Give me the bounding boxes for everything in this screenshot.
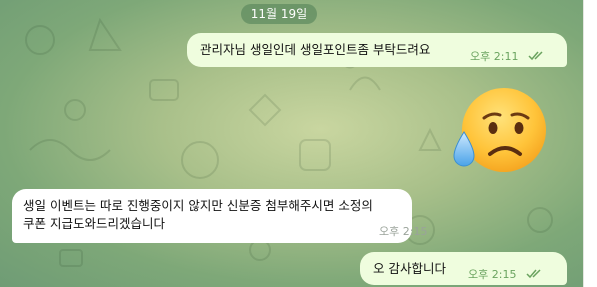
message-bubble-outgoing[interactable]: 오 감사합니다 오후 2:15 [360, 252, 567, 285]
message-text: 관리자님 생일인데 생일포인트좀 부탁드려요 [200, 42, 431, 57]
chat-background: 11월 19일 관리자님 생일인데 생일포인트좀 부탁드려요 오후 2:11 생… [0, 0, 583, 287]
double-check-icon [526, 269, 541, 279]
message-bubble-outgoing[interactable]: 관리자님 생일인데 생일포인트좀 부탁드려요 오후 2:11 [187, 33, 567, 67]
date-separator: 11월 19일 [241, 4, 317, 24]
sad-face-sweat-emoji-sticker[interactable] [448, 82, 548, 180]
message-text-line-1: 생일 이벤트는 따로 진행중이지 않지만 신분증 첨부해주시면 소정의 [23, 198, 373, 213]
message-text: 오 감사합니다 [373, 261, 446, 276]
message-bubble-incoming[interactable]: 생일 이벤트는 따로 진행중이지 않지만 신분증 첨부해주시면 소정의 쿠폰 지… [12, 189, 427, 243]
message-text-line-2: 쿠폰 지급도와드리겠습니다 [23, 216, 165, 231]
message-time: 오후 2:15 [379, 225, 428, 238]
scrollbar[interactable] [583, 0, 597, 287]
double-check-icon [528, 51, 543, 61]
message-time: 오후 2:11 [470, 50, 519, 63]
message-time: 오후 2:15 [468, 268, 517, 281]
